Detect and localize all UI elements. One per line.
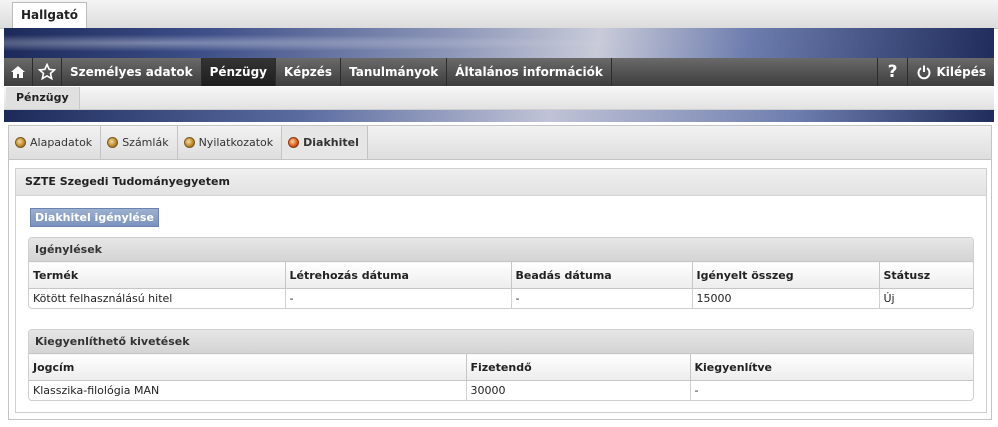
payables-section: Kiegyenlíthető kivetések Jogcím Fizetend… [28,329,974,401]
table-row[interactable]: Kötött felhasználású hitel - - 15000 Új [29,288,973,308]
coin-icon [288,137,300,148]
column-header[interactable]: Státusz [878,261,973,289]
content-panel: Alapadatok Számlák Nyilatkozatok Diakhit… [8,125,992,420]
requests-title: Igénylések [29,238,973,261]
logout-button[interactable]: Kilépés [908,58,994,86]
tab-diakhitel[interactable]: Diakhitel [282,126,368,159]
coin-icon [107,137,119,148]
tab-label: Számlák [122,136,169,149]
sub-nav: Pénzügy [4,87,994,110]
cell-created: - [284,288,512,308]
cell-settled: - [689,380,973,400]
power-icon [917,65,931,80]
cell-product: Kötött felhasználású hitel [29,288,286,308]
cell-status: Új [878,288,973,308]
tab-nyilatkozatok[interactable]: Nyilatkozatok [178,126,283,159]
column-header[interactable]: Termék [29,261,286,289]
main-nav: Személyes adatok Pénzügy Képzés Tanulmán… [4,58,994,86]
request-diakhitel-button[interactable]: Diakhitel igénylése [30,208,159,227]
header-banner [4,28,994,58]
top-bar: Hallgató [0,0,998,29]
favorites-star-icon[interactable] [33,58,62,86]
tab-label: Diakhitel [303,136,359,149]
cell-amount: 15000 [691,288,880,308]
panel-title: SZTE Szegedi Tudományegyetem [16,169,986,196]
requests-table: Termék Létrehozás dátuma Beadás dátuma I… [29,261,973,308]
nav-item-kepzes[interactable]: Képzés [276,58,342,86]
cell-title: Klasszika-filológia MAN [29,380,467,400]
column-header[interactable]: Jogcím [29,353,467,381]
tab-alapadatok[interactable]: Alapadatok [9,126,102,159]
payables-title: Kiegyenlíthető kivetések [29,330,973,353]
coin-icon [183,137,195,148]
payables-table: Jogcím Fizetendő Kiegyenlítve Klasszika-… [29,353,973,400]
coin-icon [15,137,26,148]
tab-label: Nyilatkozatok [198,136,274,149]
home-icon[interactable] [4,58,33,86]
tab-szamlak[interactable]: Számlák [101,126,178,159]
nav-item-tanulmanyok[interactable]: Tanulmányok [341,58,448,86]
cell-submitted: - [510,288,693,308]
help-icon: ? [887,62,898,82]
column-header[interactable]: Létrehozás dátuma [284,261,512,289]
institution-panel: SZTE Szegedi Tudományegyetem Diakhitel i… [15,168,987,413]
help-button[interactable]: ? [876,58,909,86]
tab-label: Alapadatok [30,136,93,149]
cell-payable: 30000 [465,380,691,400]
role-tab[interactable]: Hallgató [12,2,88,28]
nav-item-penzugy[interactable]: Pénzügy [201,58,276,86]
header-banner-strip [4,110,994,122]
subnav-item-penzugy[interactable]: Pénzügy [6,87,80,109]
logout-label: Kilépés [936,65,986,79]
column-header[interactable]: Igényelt összeg [691,261,880,289]
column-header[interactable]: Kiegyenlítve [689,353,973,381]
nav-item-szemelyes-adatok[interactable]: Személyes adatok [62,58,202,86]
table-row[interactable]: Klasszika-filológia MAN 30000 - [29,380,973,400]
tab-bar: Alapadatok Számlák Nyilatkozatok Diakhit… [9,126,991,160]
nav-item-altalanos-informaciok[interactable]: Általános információk [447,58,612,86]
requests-section: Igénylések Termék Létrehozás dátuma Bead… [28,237,974,309]
column-header[interactable]: Fizetendő [465,353,691,381]
column-header[interactable]: Beadás dátuma [510,261,693,289]
